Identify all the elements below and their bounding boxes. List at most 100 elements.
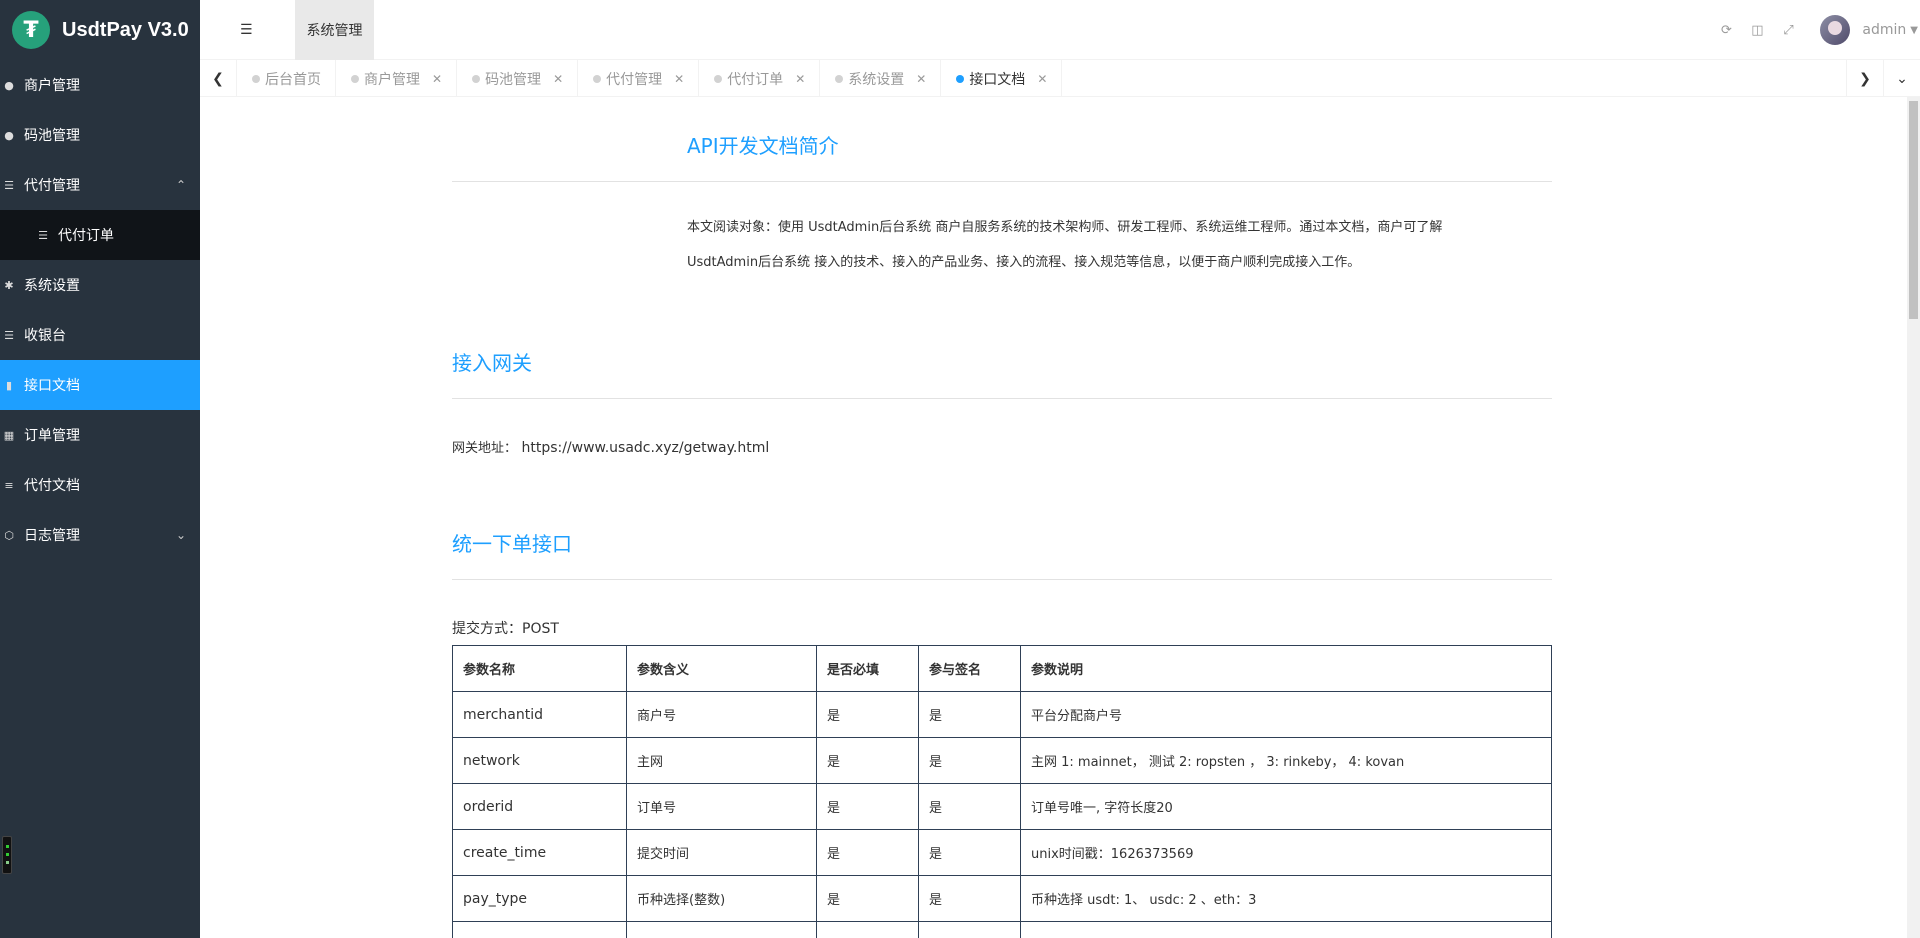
- sidebar-item-merchant[interactable]: ● 商户管理: [0, 60, 200, 110]
- list-icon: ☰: [4, 178, 14, 192]
- tab-label: 代付订单: [727, 71, 784, 88]
- fullscreen-icon[interactable]: ⤢: [1781, 23, 1795, 38]
- tab-dot: [593, 74, 602, 83]
- table-row: [452, 921, 1552, 938]
- tabs-next-icon[interactable]: ❯: [1846, 60, 1883, 97]
- column-header: 参数含义: [626, 645, 817, 692]
- chevron-down-icon: ⌄: [175, 528, 186, 542]
- sidebar-item-label: 商户管理: [24, 78, 80, 94]
- table-cell: [816, 921, 919, 938]
- gateway-line: 网关地址： https://www.usadc.xyz/getway.html: [452, 437, 769, 456]
- user-icon: ●: [4, 78, 14, 92]
- params-table: 参数名称 参数含义 是否必填 参与签名 参数说明 merchantid 商户号 …: [452, 645, 1552, 938]
- intro-line: 本文阅读对象：使用 UsdtAdmin后台系统 商户自服务系统的技术架构师、研发…: [687, 220, 1443, 235]
- divider: [452, 181, 1552, 182]
- tab-api-docs[interactable]: 接口文档 ✕: [941, 60, 1063, 97]
- table-cell: 是: [918, 783, 1021, 830]
- close-icon[interactable]: ✕: [674, 72, 684, 86]
- tab-settings[interactable]: 系统设置 ✕: [820, 60, 942, 97]
- table-cell: 币种选择(整数): [626, 875, 817, 922]
- doc-content: API开发文档简介 本文阅读对象：使用 UsdtAdmin后台系统 商户自服务系…: [200, 97, 1907, 938]
- table-cell: 是: [816, 875, 919, 922]
- table-row: merchantid 商户号 是 是 平台分配商户号: [452, 691, 1552, 738]
- scrollbar-thumb[interactable]: [1909, 101, 1918, 319]
- brand-name: UsdtPay V3.0: [62, 18, 189, 41]
- sidebar-item-cashier[interactable]: ☰ 收银台: [0, 310, 200, 360]
- table-header-row: 参数名称 参数含义 是否必填 参与签名 参数说明: [452, 645, 1552, 692]
- tab-merchant[interactable]: 商户管理 ✕: [336, 60, 458, 97]
- tab-dot: [472, 74, 481, 83]
- list-icon: ☰: [4, 328, 14, 342]
- sidebar-item-label: 日志管理: [24, 528, 80, 544]
- tab-home[interactable]: 后台首页: [237, 60, 336, 97]
- table-cell: 是: [816, 691, 919, 738]
- caret-down-icon[interactable]: ▼: [1910, 25, 1918, 36]
- tab-code-pool[interactable]: 码池管理 ✕: [457, 60, 579, 97]
- table-cell: network: [452, 737, 627, 784]
- submit-method: 提交方式：POST: [452, 621, 559, 637]
- sidebar: ₮ UsdtPay V3.0 ● 商户管理 ● 码池管理 ☰ 代付管理 ⌃ ☰ …: [0, 0, 200, 938]
- content-scrollbar[interactable]: [1907, 97, 1920, 938]
- tab-payout[interactable]: 代付管理 ✕: [578, 60, 700, 97]
- table-cell: 订单号唯一, 字符长度20: [1020, 783, 1552, 830]
- trash-icon[interactable]: ◫: [1750, 23, 1764, 38]
- tab-label: 系统设置: [848, 71, 905, 88]
- column-header: 参与签名: [918, 645, 1021, 692]
- page-tabs: 后台首页 商户管理 ✕ 码池管理 ✕ 代付管理 ✕ 代付订单 ✕ 系统设置 ✕ …: [237, 60, 1063, 97]
- table-cell: 平台分配商户号: [1020, 691, 1552, 738]
- list-icon: ☰: [38, 228, 48, 242]
- gateway-label: 网关地址：: [452, 441, 518, 456]
- user-name[interactable]: admin: [1862, 22, 1906, 38]
- column-header: 参数名称: [452, 645, 627, 692]
- table-cell: 是: [918, 829, 1021, 876]
- close-icon[interactable]: ✕: [553, 72, 563, 86]
- table-cell: 是: [816, 829, 919, 876]
- page-tabs-bar: ❮ 后台首页 商户管理 ✕ 码池管理 ✕ 代付管理 ✕ 代付订单 ✕ 系统设置 …: [200, 60, 1920, 97]
- table-row: network 主网 是 是 主网 1: mainnet， 测试 2: rops…: [452, 737, 1552, 784]
- sidebar-item-orders[interactable]: ▦ 订单管理: [0, 410, 200, 460]
- sidebar-item-payout-orders[interactable]: ☰ 代付订单: [0, 210, 200, 260]
- tab-dot: [714, 74, 723, 83]
- tether-logo-icon: ₮: [12, 11, 50, 49]
- tab-dot: [835, 74, 844, 83]
- tab-label: 代付管理: [606, 71, 663, 88]
- divider: [452, 398, 1552, 399]
- sidebar-item-payout[interactable]: ☰ 代付管理 ⌃: [0, 160, 200, 210]
- sidebar-item-label: 接口文档: [24, 378, 80, 394]
- column-header: 是否必填: [816, 645, 919, 692]
- header-right: ⟳ ◫ ⤢ admin ▼: [1719, 0, 1920, 60]
- sidebar-item-api-docs[interactable]: ▮ 接口文档: [0, 360, 200, 410]
- calculator-icon: ▦: [3, 428, 15, 442]
- sidebar-item-code-pool[interactable]: ● 码池管理: [0, 110, 200, 160]
- avatar[interactable]: [1820, 15, 1851, 45]
- tabs-prev-icon[interactable]: ❮: [200, 60, 237, 97]
- table-cell: 是: [918, 737, 1021, 784]
- tab-label: 商户管理: [364, 71, 420, 88]
- tabs-menu-chevron-icon[interactable]: ⌄: [1883, 60, 1920, 97]
- refresh-icon[interactable]: ⟳: [1719, 23, 1733, 38]
- sidebar-item-payout-docs[interactable]: ≡ 代付文档: [0, 460, 200, 510]
- sidebar-item-label: 代付订单: [58, 228, 114, 244]
- sidebar-item-logs[interactable]: ⬡ 日志管理 ⌄: [0, 510, 200, 560]
- tab-payout-orders[interactable]: 代付订单 ✕: [699, 60, 821, 97]
- table-row: create_time 提交时间 是 是 unix时间戳：1626373569: [452, 829, 1552, 876]
- table-cell: unix时间戳：1626373569: [1020, 829, 1552, 876]
- sidebar-item-settings[interactable]: ✱ 系统设置: [0, 260, 200, 310]
- table-cell: [1020, 921, 1552, 938]
- sidebar-item-label: 代付管理: [24, 178, 80, 194]
- table-cell: orderid: [452, 783, 627, 830]
- close-icon[interactable]: ✕: [1037, 72, 1047, 86]
- tab-label: 接口文档: [969, 71, 1026, 88]
- table-cell: 是: [918, 691, 1021, 738]
- sidebar-item-label: 码池管理: [24, 128, 80, 144]
- close-icon[interactable]: ✕: [795, 72, 805, 86]
- module-tab-system[interactable]: 系统管理: [295, 0, 374, 60]
- tab-dot: [956, 74, 965, 83]
- table-row: orderid 订单号 是 是 订单号唯一, 字符长度20: [452, 783, 1552, 830]
- android-icon: ●: [4, 128, 14, 142]
- mini-widget-icon[interactable]: [2, 836, 12, 874]
- brand-logo[interactable]: ₮ UsdtPay V3.0: [0, 0, 200, 60]
- menu-toggle-icon[interactable]: ☰: [240, 22, 253, 38]
- close-icon[interactable]: ✕: [916, 72, 926, 86]
- close-icon[interactable]: ✕: [432, 72, 442, 86]
